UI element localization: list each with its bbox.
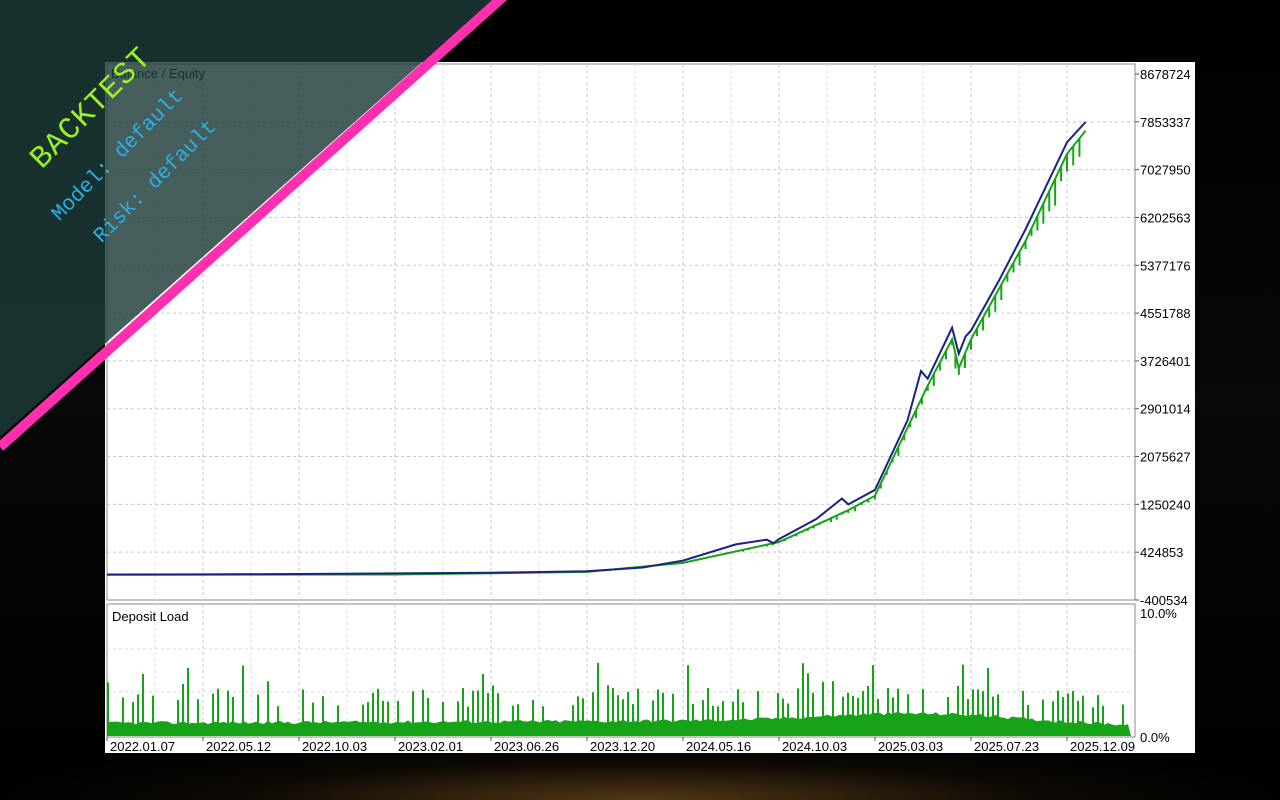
y-tick-label: 7853337 xyxy=(1140,115,1191,130)
chart-svg: 8678724 7853337 7027950 6202563 5377176 45517… xyxy=(106,63,1191,753)
main-plot-frame xyxy=(106,63,1136,601)
x-tick-label: 2025.12.09 xyxy=(1070,739,1135,753)
x-tick-label: 2022.10.03 xyxy=(302,739,367,753)
x-tick-label: 2024.05.16 xyxy=(686,739,751,753)
y-tick-label: 424853 xyxy=(1140,545,1183,560)
y-tick-label: 1250240 xyxy=(1140,497,1191,512)
deposit-tick-top: 10.0% xyxy=(1140,606,1177,621)
main-chart-title: Balance / Equity xyxy=(111,66,205,81)
y-axis-ticks: 8678724 7853337 7027950 6202563 5377176 45517… xyxy=(1135,67,1191,608)
x-tick-label: 2024.10.03 xyxy=(782,739,847,753)
y-tick-label: 2901014 xyxy=(1140,402,1191,417)
y-tick-label: 4551788 xyxy=(1140,306,1191,321)
y-tick-label: 8678724 xyxy=(1140,67,1191,82)
x-tick-label: 2025.03.03 xyxy=(878,739,943,753)
y-tick-label: 3726401 xyxy=(1140,354,1191,369)
deposit-load-title: Deposit Load xyxy=(112,609,189,624)
deposit-tick-bottom: 0.0% xyxy=(1140,730,1170,745)
x-tick-label: 2025.07.23 xyxy=(974,739,1039,753)
y-tick-label: 5377176 xyxy=(1140,258,1191,273)
x-tick-label: 2023.06.26 xyxy=(494,739,559,753)
x-tick-label: 2023.12.20 xyxy=(590,739,655,753)
y-tick-label: 7027950 xyxy=(1140,163,1191,178)
x-axis-ticks: 2022.01.07 2022.05.12 2022.10.03 2023.02.01… xyxy=(106,737,1135,753)
y-tick-label: 6202563 xyxy=(1140,210,1191,225)
x-tick-label: 2022.05.12 xyxy=(206,739,271,753)
x-tick-label: 2023.02.01 xyxy=(398,739,463,753)
y-tick-label: 2075627 xyxy=(1140,450,1191,465)
x-tick-label: 2022.01.07 xyxy=(110,739,175,753)
chart-panel: 8678724 7853337 7027950 6202563 5377176 45517… xyxy=(105,62,1195,753)
